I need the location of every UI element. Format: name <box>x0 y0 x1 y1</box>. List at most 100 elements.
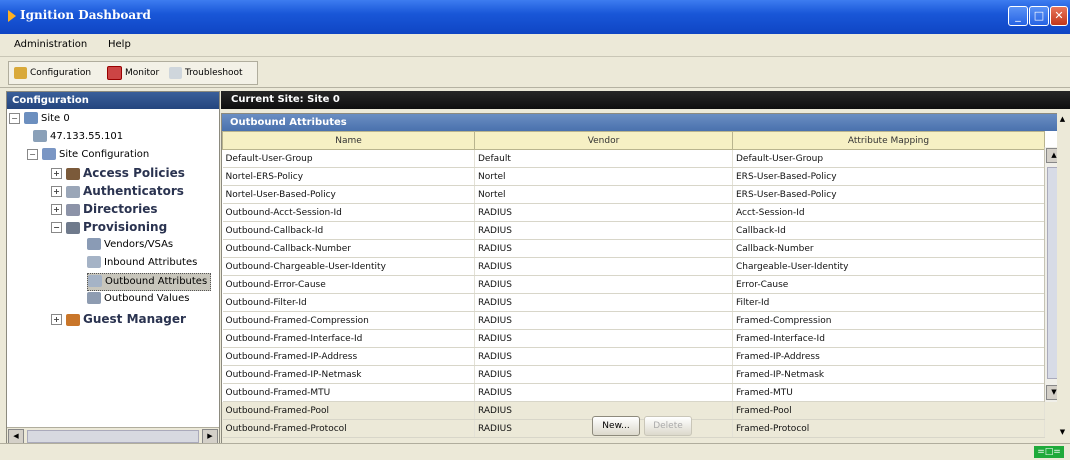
outbound-attributes-icon <box>88 275 102 287</box>
tree-item-ip[interactable]: 47.133.55.101 <box>33 129 123 145</box>
tree-item-site-configuration-label: Site Configuration <box>59 149 150 160</box>
collapse-icon[interactable]: − <box>9 112 20 124</box>
troubleshoot-icon <box>169 66 182 79</box>
minimize-button[interactable]: _ <box>1008 6 1028 26</box>
attributes-table: Name Vendor Attribute Mapping Default-Us… <box>222 131 1045 438</box>
tree-item-outbound-attributes-label: Outbound Attributes <box>105 276 208 287</box>
tree-item-outbound-values-label: Outbound Values <box>104 293 190 304</box>
attribute-mapping-cell: Framed-MTU <box>732 383 1045 402</box>
attribute-mapping-cell: Filter-Id <box>732 293 1045 312</box>
inbound-attributes-icon <box>87 256 101 268</box>
table-row[interactable]: Outbound-Framed-MTU RADIUS Framed-MTU <box>222 383 1045 402</box>
vendor-cell: Default <box>474 149 733 168</box>
attribute-mapping-cell: ERS-User-Based-Policy <box>732 167 1045 186</box>
tree-item-guest-manager[interactable]: + Guest Manager <box>51 311 186 327</box>
tree-item-provisioning[interactable]: − Provisioning <box>51 219 167 235</box>
tree-item-site[interactable]: − Site 0 <box>9 111 70 127</box>
tree-item-access-policies[interactable]: + Access Policies <box>51 165 185 181</box>
window-vertical-scrollbar[interactable]: ▲ ▼ <box>1057 111 1070 443</box>
collapse-icon[interactable]: − <box>27 148 38 160</box>
monitor-icon <box>107 65 122 80</box>
tree-horizontal-scrollbar[interactable]: ◀ ▶ <box>7 427 219 444</box>
vendor-cell: Nortel <box>474 167 733 186</box>
attribute-mapping-cell: Callback-Number <box>732 239 1045 258</box>
vendor-cell: RADIUS <box>474 239 733 258</box>
table-row[interactable]: Outbound-Acct-Session-Id RADIUS Acct-Sessi… <box>222 203 1045 222</box>
attribute-mapping-cell: Callback-Id <box>732 221 1045 240</box>
vendor-cell: Nortel <box>474 185 733 204</box>
monitor-button[interactable]: Monitor <box>107 65 159 81</box>
column-header-name[interactable]: Name <box>222 131 475 150</box>
column-header-vendor[interactable]: Vendor <box>474 131 733 150</box>
view-switcher: Configuration Monitor Troubleshoot <box>8 61 258 85</box>
access-policies-icon <box>66 167 80 180</box>
scroll-thumb[interactable] <box>27 430 199 443</box>
tree-item-site-configuration[interactable]: − Site Configuration <box>27 147 149 163</box>
maximize-button[interactable]: □ <box>1029 6 1049 26</box>
tree-item-ip-label: 47.133.55.101 <box>50 131 124 142</box>
vendor-cell: RADIUS <box>474 257 733 276</box>
attribute-mapping-cell: Framed-Interface-Id <box>732 329 1045 348</box>
table-row[interactable]: Outbound-Chargeable-User-Identity RADIUS C… <box>222 257 1045 276</box>
name-cell: Nortel-ERS-Policy <box>222 167 475 186</box>
monitor-label: Monitor <box>125 68 160 78</box>
table-row[interactable]: Nortel-ERS-Policy Nortel ERS-User-Based-Po… <box>222 167 1045 186</box>
table-row[interactable]: Outbound-Callback-Number RADIUS Callback-N… <box>222 239 1045 258</box>
directories-icon <box>66 203 80 216</box>
tree-item-access-policies-label: Access Policies <box>83 166 185 180</box>
table-row[interactable]: Outbound-Filter-Id RADIUS Filter-Id <box>222 293 1045 312</box>
title-bar: Ignition Dashboard _ □ ✕ <box>0 0 1070 34</box>
scroll-down-icon[interactable]: ▼ <box>1057 426 1068 438</box>
table-row[interactable]: Default-User-Group Default Default-User-Gr… <box>222 149 1045 168</box>
vendor-cell: RADIUS <box>474 383 733 402</box>
menu-administration[interactable]: Administration <box>14 39 87 50</box>
configuration-button[interactable]: Configuration <box>14 65 91 81</box>
tree-item-authenticators[interactable]: + Authenticators <box>51 183 184 199</box>
table-header-row: Name Vendor Attribute Mapping <box>222 131 1045 150</box>
name-cell: Outbound-Acct-Session-Id <box>222 203 475 222</box>
tree-item-outbound-values[interactable]: Outbound Values <box>87 291 189 307</box>
expand-icon[interactable]: + <box>51 168 62 179</box>
new-button[interactable]: New... <box>592 416 640 436</box>
name-cell: Outbound-Filter-Id <box>222 293 475 312</box>
troubleshoot-button[interactable]: Troubleshoot <box>169 65 243 81</box>
table-row[interactable]: Outbound-Framed-IP-Netmask RADIUS Framed-I… <box>222 365 1045 384</box>
attribute-mapping-cell: Error-Cause <box>732 275 1045 294</box>
attribute-mapping-cell: Framed-IP-Address <box>732 347 1045 366</box>
menu-help[interactable]: Help <box>108 39 131 50</box>
attribute-mapping-cell: Framed-Compression <box>732 311 1045 330</box>
column-header-attribute-mapping[interactable]: Attribute Mapping <box>732 131 1045 150</box>
scroll-up-icon[interactable]: ▲ <box>1057 113 1068 125</box>
scroll-left-icon[interactable]: ◀ <box>8 429 24 444</box>
main-panel: Current Site: Site 0 Outbound Attributes… <box>221 91 1070 445</box>
table-row[interactable]: Outbound-Framed-Compression RADIUS Framed-… <box>222 311 1045 330</box>
name-cell: Outbound-Chargeable-User-Identity <box>222 257 475 276</box>
server-icon <box>33 130 47 142</box>
collapse-icon[interactable]: − <box>51 222 62 233</box>
table-row[interactable]: Nortel-User-Based-Policy Nortel ERS-User-B… <box>222 185 1045 204</box>
close-button[interactable]: ✕ <box>1050 6 1068 26</box>
table-row[interactable]: Outbound-Error-Cause RADIUS Error-Cause <box>222 275 1045 294</box>
expand-icon[interactable]: + <box>51 204 62 215</box>
tree-item-directories[interactable]: + Directories <box>51 201 158 217</box>
name-cell: Default-User-Group <box>222 149 475 168</box>
attribute-mapping-cell: ERS-User-Based-Policy <box>732 185 1045 204</box>
window-title: Ignition Dashboard <box>20 8 151 22</box>
tree-item-outbound-attributes[interactable]: Outbound Attributes <box>87 273 212 291</box>
configuration-panel-title: Configuration <box>7 92 219 109</box>
attribute-mapping-cell: Chargeable-User-Identity <box>732 257 1045 276</box>
expand-icon[interactable]: + <box>51 314 62 325</box>
table-row[interactable]: Outbound-Framed-IP-Address RADIUS Framed-I… <box>222 347 1045 366</box>
table-row[interactable]: Outbound-Callback-Id RADIUS Callback-Id <box>222 221 1045 240</box>
table-row[interactable]: Outbound-Framed-Interface-Id RADIUS Framed… <box>222 329 1045 348</box>
tree-item-guest-manager-label: Guest Manager <box>83 312 186 326</box>
expand-icon[interactable]: + <box>51 186 62 197</box>
status-bar: =□= <box>0 443 1070 460</box>
tree-item-inbound-attributes[interactable]: Inbound Attributes <box>87 255 197 271</box>
outbound-attributes-title: Outbound Attributes <box>222 114 1061 131</box>
tree-item-site-label: Site 0 <box>41 113 70 124</box>
tree-item-vendors[interactable]: Vendors/VSAs <box>87 237 173 253</box>
tree-item-provisioning-label: Provisioning <box>83 220 168 234</box>
delete-button[interactable]: Delete <box>644 416 692 436</box>
scroll-right-icon[interactable]: ▶ <box>202 429 218 444</box>
